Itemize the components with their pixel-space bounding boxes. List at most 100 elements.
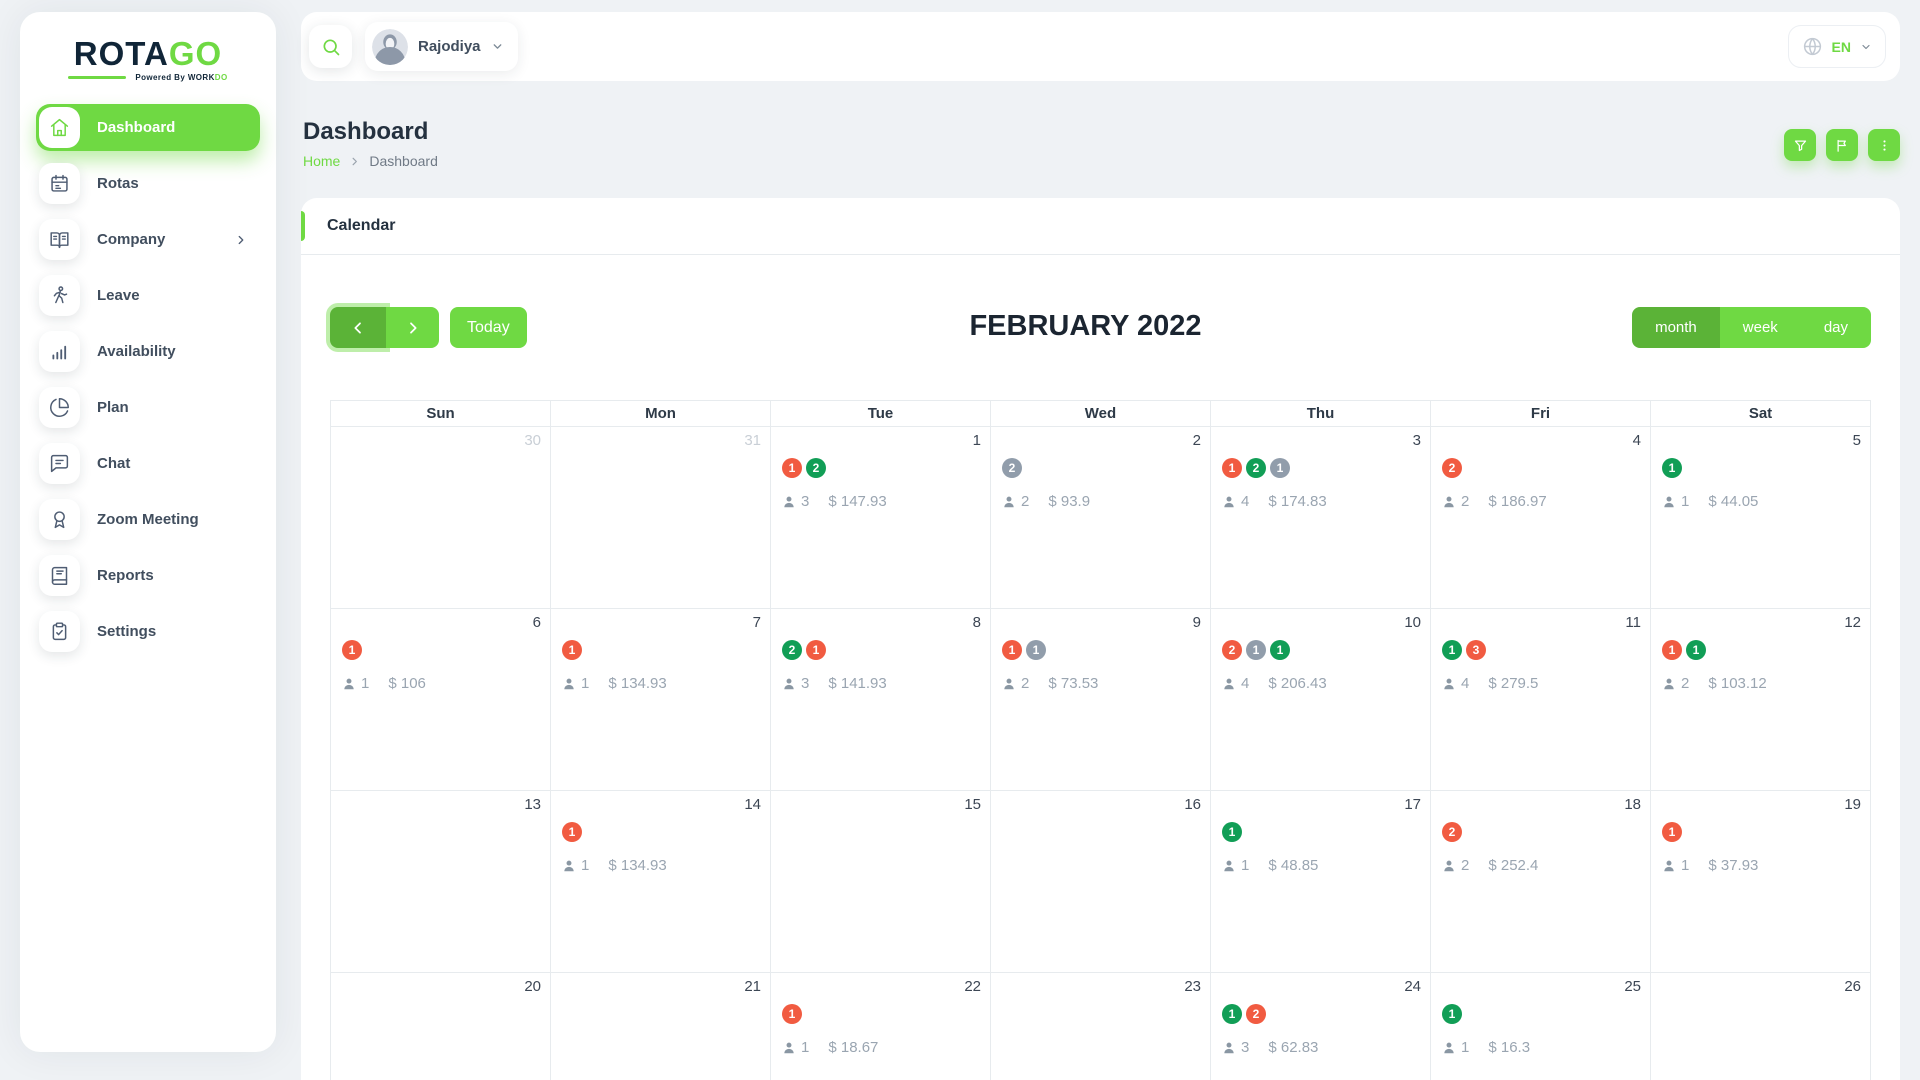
event-count-badge-red[interactable]: 2 <box>1442 822 1462 842</box>
sidebar-item-dashboard[interactable]: Dashboard <box>36 104 260 151</box>
globe-icon <box>1802 36 1823 57</box>
calendar-card: Calendar Today FEBRUARY 2022 monthweekda… <box>301 198 1900 1080</box>
event-count-badge-red[interactable]: 1 <box>562 640 582 660</box>
people-count: 1 <box>1461 1039 1469 1056</box>
event-count-badge-red[interactable]: 1 <box>562 822 582 842</box>
event-badges: 11 <box>1000 640 1201 660</box>
event-count-badge-green[interactable]: 1 <box>1270 640 1290 660</box>
event-count-badge-green[interactable]: 2 <box>1246 458 1266 478</box>
person-icon <box>782 677 801 691</box>
calendar-day-cell[interactable]: 1822$ 252.4 <box>1431 791 1651 973</box>
sidebar-item-leave[interactable]: Leave <box>36 272 260 319</box>
event-count-badge-red[interactable]: 1 <box>806 640 826 660</box>
calendar-day-cell[interactable]: 8213$ 141.93 <box>771 609 991 791</box>
kebab-menu-icon <box>1877 138 1892 153</box>
calendar-day-cell[interactable]: 2511$ 16.3 <box>1431 973 1651 1080</box>
event-count-badge-gray[interactable]: 1 <box>1270 458 1290 478</box>
event-count-badge-green[interactable]: 2 <box>782 640 802 660</box>
day-summary: 4$ 174.83 <box>1220 493 1421 510</box>
calendar-date-number: 16 <box>1000 796 1201 813</box>
event-count-badge-green[interactable]: 1 <box>1662 458 1682 478</box>
language-selector[interactable]: EN <box>1788 25 1886 68</box>
event-count-badge-red[interactable]: 1 <box>1662 640 1682 660</box>
view-button-day[interactable]: day <box>1801 307 1871 348</box>
person-icon <box>342 677 361 691</box>
person-icon <box>1222 1041 1241 1055</box>
day-amount: $ 93.9 <box>1048 493 1090 510</box>
event-count-badge-red[interactable]: 1 <box>782 1004 802 1024</box>
calendar-day-cell[interactable]: 711$ 134.93 <box>551 609 771 791</box>
event-count-badge-red[interactable]: 2 <box>1246 1004 1266 1024</box>
calendar-day-cell[interactable]: 16 <box>991 791 1211 973</box>
event-count-badge-green[interactable]: 1 <box>1442 1004 1462 1024</box>
calendar-day-cell[interactable]: 12112$ 103.12 <box>1651 609 1871 791</box>
calendar-day-cell[interactable]: 1123$ 147.93 <box>771 427 991 609</box>
sidebar-item-availability[interactable]: Availability <box>36 328 260 375</box>
calendar-day-cell[interactable]: 9112$ 73.53 <box>991 609 1211 791</box>
calendar-day-cell[interactable]: 1711$ 48.85 <box>1211 791 1431 973</box>
breadcrumb-separator-icon <box>349 156 360 167</box>
calendar-day-cell[interactable]: 20 <box>331 973 551 1080</box>
view-button-month[interactable]: month <box>1632 307 1720 348</box>
event-count-badge-red[interactable]: 2 <box>1222 640 1242 660</box>
calendar-day-cell[interactable]: 222$ 93.9 <box>991 427 1211 609</box>
event-count-badge-gray[interactable]: 1 <box>1026 640 1046 660</box>
calendar-date-number: 7 <box>560 614 761 631</box>
event-count-badge-red[interactable]: 1 <box>1222 458 1242 478</box>
sidebar-item-chat[interactable]: Chat <box>36 440 260 487</box>
view-button-week[interactable]: week <box>1720 307 1801 348</box>
breadcrumb-home-link[interactable]: Home <box>303 153 340 169</box>
event-badges: 211 <box>1220 640 1421 660</box>
event-count-badge-red[interactable]: 1 <box>1662 822 1682 842</box>
calendar-date-number: 30 <box>340 432 541 449</box>
calendar-day-cell[interactable]: 30 <box>331 427 551 609</box>
calendar-day-cell[interactable]: 15 <box>771 791 991 973</box>
calendar-day-cell[interactable]: 21 <box>551 973 771 1080</box>
calendar-day-cell[interactable]: 1911$ 37.93 <box>1651 791 1871 973</box>
calendar-day-cell[interactable]: 31 <box>551 427 771 609</box>
event-count-badge-red[interactable]: 1 <box>342 640 362 660</box>
event-badges: 1 <box>560 640 761 660</box>
calendar-day-cell[interactable]: 1411$ 134.93 <box>551 791 771 973</box>
event-count-badge-green[interactable]: 1 <box>1686 640 1706 660</box>
calendar-day-cell[interactable]: 11134$ 279.5 <box>1431 609 1651 791</box>
chevron-down-icon <box>491 40 504 53</box>
calendar-day-cell[interactable]: 31214$ 174.83 <box>1211 427 1431 609</box>
page-head: Dashboard Home Dashboard <box>303 118 1900 169</box>
event-count-badge-green[interactable]: 1 <box>1222 1004 1242 1024</box>
user-menu[interactable]: Rajodiya <box>365 22 518 71</box>
sidebar-item-zoom-meeting[interactable]: Zoom Meeting <box>36 496 260 543</box>
people-count: 2 <box>1021 675 1029 692</box>
event-count-badge-green[interactable]: 2 <box>806 458 826 478</box>
filter-button[interactable] <box>1784 129 1816 161</box>
sidebar-item-reports[interactable]: Reports <box>36 552 260 599</box>
calendar-day-cell[interactable]: 511$ 44.05 <box>1651 427 1871 609</box>
chat-icon <box>39 443 80 484</box>
event-count-badge-red[interactable]: 2 <box>1442 458 1462 478</box>
event-count-badge-green[interactable]: 1 <box>1222 822 1242 842</box>
flag-button[interactable] <box>1826 129 1858 161</box>
calendar-day-header-sat: Sat <box>1651 401 1871 427</box>
more-options-button[interactable] <box>1868 129 1900 161</box>
calendar-day-cell[interactable]: 2211$ 18.67 <box>771 973 991 1080</box>
calendar-day-cell[interactable]: 102114$ 206.43 <box>1211 609 1431 791</box>
calendar-day-cell[interactable]: 23 <box>991 973 1211 1080</box>
person-icon <box>1442 495 1461 509</box>
sidebar-item-rotas[interactable]: Rotas <box>36 160 260 207</box>
calendar-date-number: 2 <box>1000 432 1201 449</box>
sidebar-item-company[interactable]: Company <box>36 216 260 263</box>
event-count-badge-red[interactable]: 1 <box>782 458 802 478</box>
search-button[interactable] <box>309 25 352 68</box>
event-count-badge-red[interactable]: 1 <box>1002 640 1022 660</box>
event-count-badge-red[interactable]: 3 <box>1466 640 1486 660</box>
sidebar-item-plan[interactable]: Plan <box>36 384 260 431</box>
event-count-badge-green[interactable]: 1 <box>1442 640 1462 660</box>
calendar-day-cell[interactable]: 26 <box>1651 973 1871 1080</box>
event-count-badge-gray[interactable]: 2 <box>1002 458 1022 478</box>
calendar-day-cell[interactable]: 422$ 186.97 <box>1431 427 1651 609</box>
calendar-day-cell[interactable]: 13 <box>331 791 551 973</box>
calendar-day-cell[interactable]: 24123$ 62.83 <box>1211 973 1431 1080</box>
sidebar-item-settings[interactable]: Settings <box>36 608 260 655</box>
event-count-badge-gray[interactable]: 1 <box>1246 640 1266 660</box>
calendar-day-cell[interactable]: 611$ 106 <box>331 609 551 791</box>
